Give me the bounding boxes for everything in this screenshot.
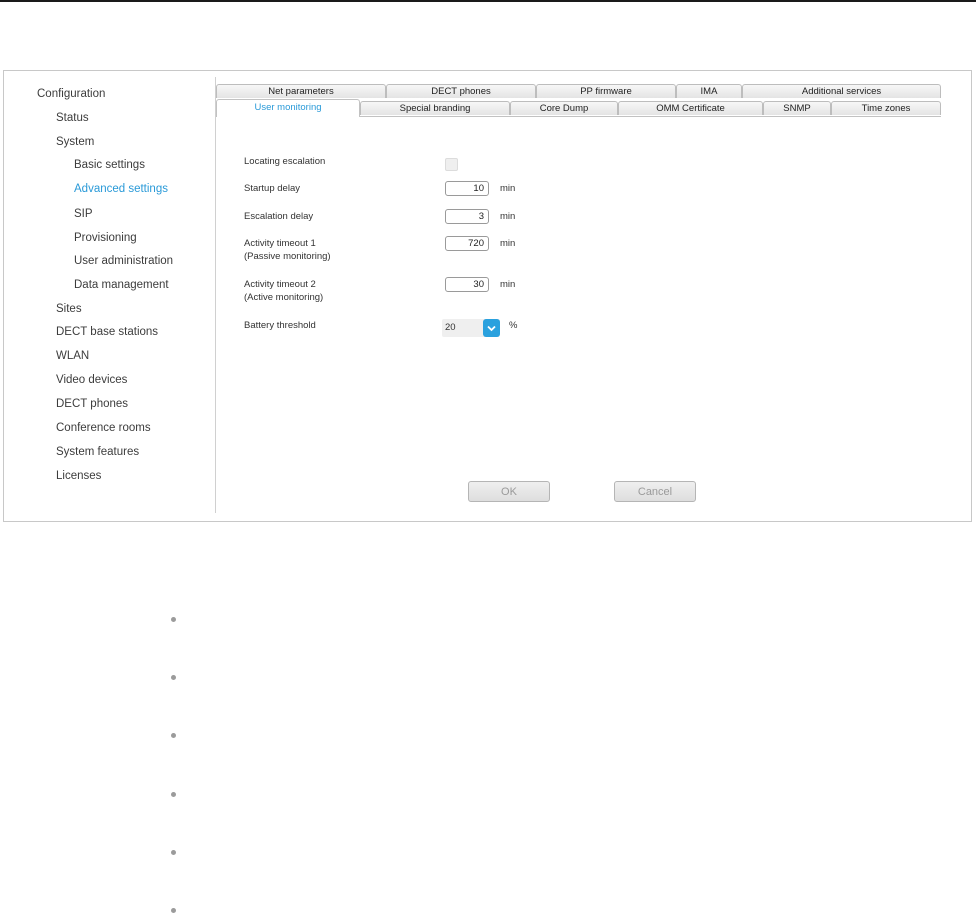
tab-time-zones[interactable]: Time zones — [831, 101, 941, 115]
battery-threshold-label: Battery threshold — [244, 320, 316, 331]
tab-omm-certificate[interactable]: OMM Certificate — [618, 101, 763, 115]
tab-ima[interactable]: IMA — [676, 84, 742, 98]
bullet-icon — [171, 850, 176, 855]
bullet-icon — [171, 792, 176, 797]
sidebar-item-sip[interactable]: SIP — [74, 208, 93, 220]
tab-special-branding[interactable]: Special branding — [360, 101, 510, 115]
tab-additional-services[interactable]: Additional services — [742, 84, 941, 98]
chevron-down-icon[interactable] — [483, 319, 500, 337]
top-rule — [0, 0, 976, 2]
startup-delay-label: Startup delay — [244, 183, 300, 194]
config-panel: Configuration Status System Basic settin… — [3, 70, 972, 522]
activity-timeout-1-unit: min — [500, 238, 516, 249]
activity-timeout-2-sublabel: (Active monitoring) — [244, 292, 324, 303]
sidebar-item-status[interactable]: Status — [56, 112, 89, 124]
tab-pp-firmware[interactable]: PP firmware — [536, 84, 676, 98]
sidebar-item-wlan[interactable]: WLAN — [56, 350, 89, 362]
sidebar: Configuration Status System Basic settin… — [4, 71, 216, 521]
sidebar-item-provisioning[interactable]: Provisioning — [74, 232, 137, 244]
startup-delay-unit: min — [500, 183, 516, 194]
ok-button[interactable]: OK — [468, 481, 550, 502]
sidebar-divider — [215, 77, 216, 513]
sidebar-item-system[interactable]: System — [56, 136, 94, 148]
sidebar-item-data-management[interactable]: Data management — [74, 279, 169, 291]
bullet-icon — [171, 733, 176, 738]
activity-timeout-1-input[interactable] — [445, 236, 489, 251]
sidebar-item-dect-base-stations[interactable]: DECT base stations — [56, 326, 158, 338]
sidebar-item-system-features[interactable]: System features — [56, 446, 139, 458]
tab-net-parameters[interactable]: Net parameters — [216, 84, 386, 98]
locating-escalation-label: Locating escalation — [244, 156, 326, 167]
cancel-button[interactable]: Cancel — [614, 481, 696, 502]
battery-threshold-unit: % — [509, 320, 518, 331]
activity-timeout-1-label: Activity timeout 1 — [244, 238, 316, 249]
sidebar-root-configuration[interactable]: Configuration — [37, 88, 105, 100]
bullet-icon — [171, 908, 176, 913]
sidebar-item-video-devices[interactable]: Video devices — [56, 374, 127, 386]
bullet-icon — [171, 675, 176, 680]
tab-core-dump[interactable]: Core Dump — [510, 101, 618, 115]
activity-timeout-2-label: Activity timeout 2 — [244, 279, 316, 290]
locating-escalation-checkbox[interactable] — [445, 158, 458, 171]
sidebar-item-licenses[interactable]: Licenses — [56, 470, 101, 482]
escalation-delay-label: Escalation delay — [244, 211, 314, 222]
activity-timeout-1-sublabel: (Passive monitoring) — [244, 251, 331, 262]
sidebar-item-basic-settings[interactable]: Basic settings — [74, 159, 145, 171]
sidebar-item-dect-phones[interactable]: DECT phones — [56, 398, 128, 410]
escalation-delay-input[interactable] — [445, 209, 489, 224]
sidebar-item-sites[interactable]: Sites — [56, 303, 82, 315]
sidebar-item-conference-rooms[interactable]: Conference rooms — [56, 422, 151, 434]
startup-delay-input[interactable] — [445, 181, 489, 196]
sidebar-item-user-administration[interactable]: User administration — [74, 255, 173, 267]
activity-timeout-2-input[interactable] — [445, 277, 489, 292]
battery-threshold-value: 20 — [445, 322, 456, 333]
battery-threshold-select[interactable]: 20 — [442, 319, 500, 337]
tab-dect-phones[interactable]: DECT phones — [386, 84, 536, 98]
bullet-icon — [171, 617, 176, 622]
escalation-delay-unit: min — [500, 211, 516, 222]
sidebar-item-advanced-settings[interactable]: Advanced settings — [74, 183, 168, 195]
tab-user-monitoring[interactable]: User monitoring — [216, 99, 360, 117]
activity-timeout-2-unit: min — [500, 279, 516, 290]
tab-snmp[interactable]: SNMP — [763, 101, 831, 115]
